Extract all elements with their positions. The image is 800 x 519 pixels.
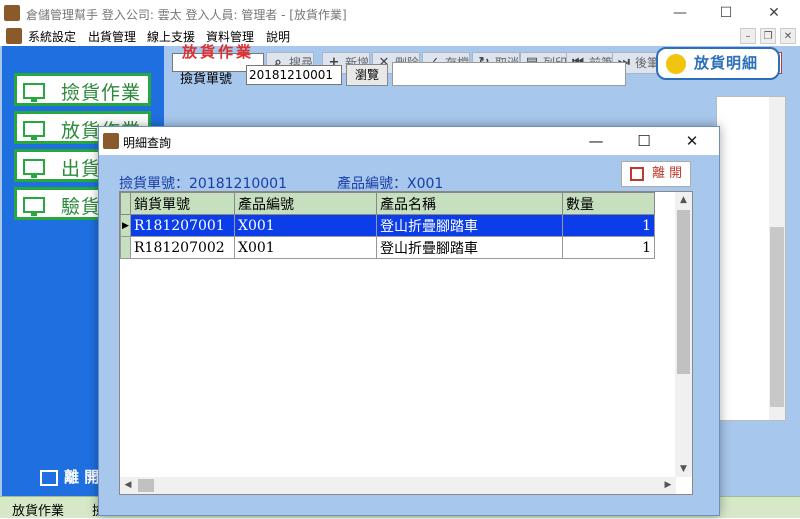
scroll-right-icon[interactable]: ▶ <box>660 477 676 494</box>
close-button[interactable]: ✕ <box>762 2 786 24</box>
pick-no-label: 撿貨單號 <box>180 72 233 87</box>
mdi-app-icon <box>6 28 22 44</box>
dialog-exit-button[interactable]: 離 開 <box>621 161 691 187</box>
pick-no-field[interactable]: 20181210001 <box>246 65 342 85</box>
minimize-button[interactable]: — <box>668 2 692 24</box>
scroll-up-icon[interactable]: ▲ <box>675 192 692 208</box>
detail-table: 銷貨單號 產品編號 產品名稱 數量 ▶ R181207001 X001 登山折疊… <box>120 192 655 259</box>
cell-product-name[interactable]: 登山折疊腳踏車 <box>376 214 563 237</box>
table-row[interactable]: ▶ R181207001 X001 登山折疊腳踏車 1 <box>120 214 655 237</box>
window-titlebar: 倉儲管理幫手 登入公司: 雲太 登入人員: 管理者 - [放貨作業] — ☐ ✕ <box>0 0 800 26</box>
sidebar-exit-label: 離 開 <box>64 468 100 486</box>
table-row[interactable]: R181207002 X001 登山折疊腳踏車 1 <box>120 236 655 259</box>
background-list-panel[interactable] <box>716 96 786 421</box>
scrollbar-thumb[interactable] <box>770 227 784 407</box>
dialog-close-button[interactable]: ✕ <box>679 130 705 152</box>
sidebar-item-picking[interactable]: 撿貨作業 <box>14 73 151 106</box>
dialog-pick-no: 撿貨單號：20181210001 <box>119 176 287 192</box>
detail-grid[interactable]: 銷貨單號 產品編號 產品名稱 數量 ▶ R181207001 X001 登山折疊… <box>119 191 693 495</box>
menu-help[interactable]: 說明 <box>266 28 290 45</box>
coins-icon <box>666 54 686 74</box>
dialog-exit-label: 離 開 <box>652 166 683 181</box>
background-field[interactable] <box>392 62 626 86</box>
cell-qty[interactable]: 1 <box>562 236 655 259</box>
cell-product-no[interactable]: X001 <box>234 236 377 259</box>
monitor-icon <box>23 159 45 178</box>
browse-button[interactable]: 瀏覽 <box>346 64 388 86</box>
cell-sales-no[interactable]: R181207001 <box>130 214 235 237</box>
window-title: 倉儲管理幫手 登入公司: 雲太 登入人員: 管理者 - [放貨作業] <box>26 8 347 22</box>
menu-bar: 系統設定 出貨管理 線上支援 資料管理 說明 – ❐ ✕ <box>0 26 800 46</box>
monitor-icon <box>23 83 45 102</box>
cell-product-name[interactable]: 登山折疊腳踏車 <box>376 236 563 259</box>
dialog-title: 明細查詢 <box>123 136 172 150</box>
exit-icon <box>630 167 644 181</box>
scroll-down-icon[interactable]: ▼ <box>675 461 692 477</box>
section-title: 放貨作業 <box>182 43 255 61</box>
row-indicator-icon: ▶ <box>120 214 131 237</box>
scrollbar-thumb[interactable] <box>677 210 690 374</box>
scroll-left-icon[interactable]: ◀ <box>120 477 136 494</box>
status-text: 放貨作業 <box>12 504 65 519</box>
cell-qty[interactable]: 1 <box>562 214 655 237</box>
mdi-minimize-button[interactable]: – <box>740 28 756 44</box>
monitor-icon <box>23 197 45 216</box>
dialog-titlebar: 明細查詢 — ☐ ✕ <box>99 127 719 155</box>
row-header <box>120 236 131 259</box>
exit-icon <box>40 469 58 486</box>
col-header-sales-no[interactable]: 銷貨單號 <box>130 192 235 215</box>
grid-horizontal-scrollbar[interactable]: ◀ ▶ <box>120 477 676 494</box>
col-header-product-no[interactable]: 產品編號 <box>234 192 377 215</box>
mdi-close-button[interactable]: ✕ <box>780 28 796 44</box>
menu-shipping[interactable]: 出貨管理 <box>88 28 136 45</box>
grid-vertical-scrollbar[interactable]: ▲ ▼ <box>675 192 692 477</box>
detail-button-label: 放貨明細 <box>694 54 759 72</box>
maximize-button[interactable]: ☐ <box>714 2 738 24</box>
dialog-product-no: 產品編號：X001 <box>337 176 444 192</box>
dialog-minimize-button[interactable]: — <box>583 130 609 152</box>
table-header-row: 銷貨單號 產品編號 產品名稱 數量 <box>120 192 655 215</box>
dialog-maximize-button[interactable]: ☐ <box>631 130 657 152</box>
cell-product-no[interactable]: X001 <box>234 214 377 237</box>
scrollbar-thumb[interactable] <box>138 479 154 492</box>
monitor-icon <box>23 121 45 140</box>
col-header-product-name[interactable]: 產品名稱 <box>376 192 563 215</box>
putaway-detail-button[interactable]: 放貨明細 <box>656 47 780 80</box>
detail-dialog: 明細查詢 — ☐ ✕ 撿貨單號：20181210001 產品編號：X001 離 … <box>98 126 720 516</box>
background-scrollbar[interactable] <box>769 97 785 420</box>
menu-system-settings[interactable]: 系統設定 <box>28 28 76 45</box>
app-icon <box>4 5 20 21</box>
sidebar-item-label: 撿貨作業 <box>61 82 142 104</box>
row-header-corner <box>120 192 131 215</box>
sidebar-exit-button[interactable]: 離 開 <box>40 466 99 487</box>
mdi-restore-button[interactable]: ❐ <box>760 28 776 44</box>
sidebar-item-label: 驗貨 <box>61 196 102 218</box>
dialog-app-icon <box>103 133 119 149</box>
col-header-qty[interactable]: 數量 <box>562 192 655 215</box>
sidebar-item-label: 出貨 <box>61 158 102 180</box>
cell-sales-no[interactable]: R181207002 <box>130 236 235 259</box>
